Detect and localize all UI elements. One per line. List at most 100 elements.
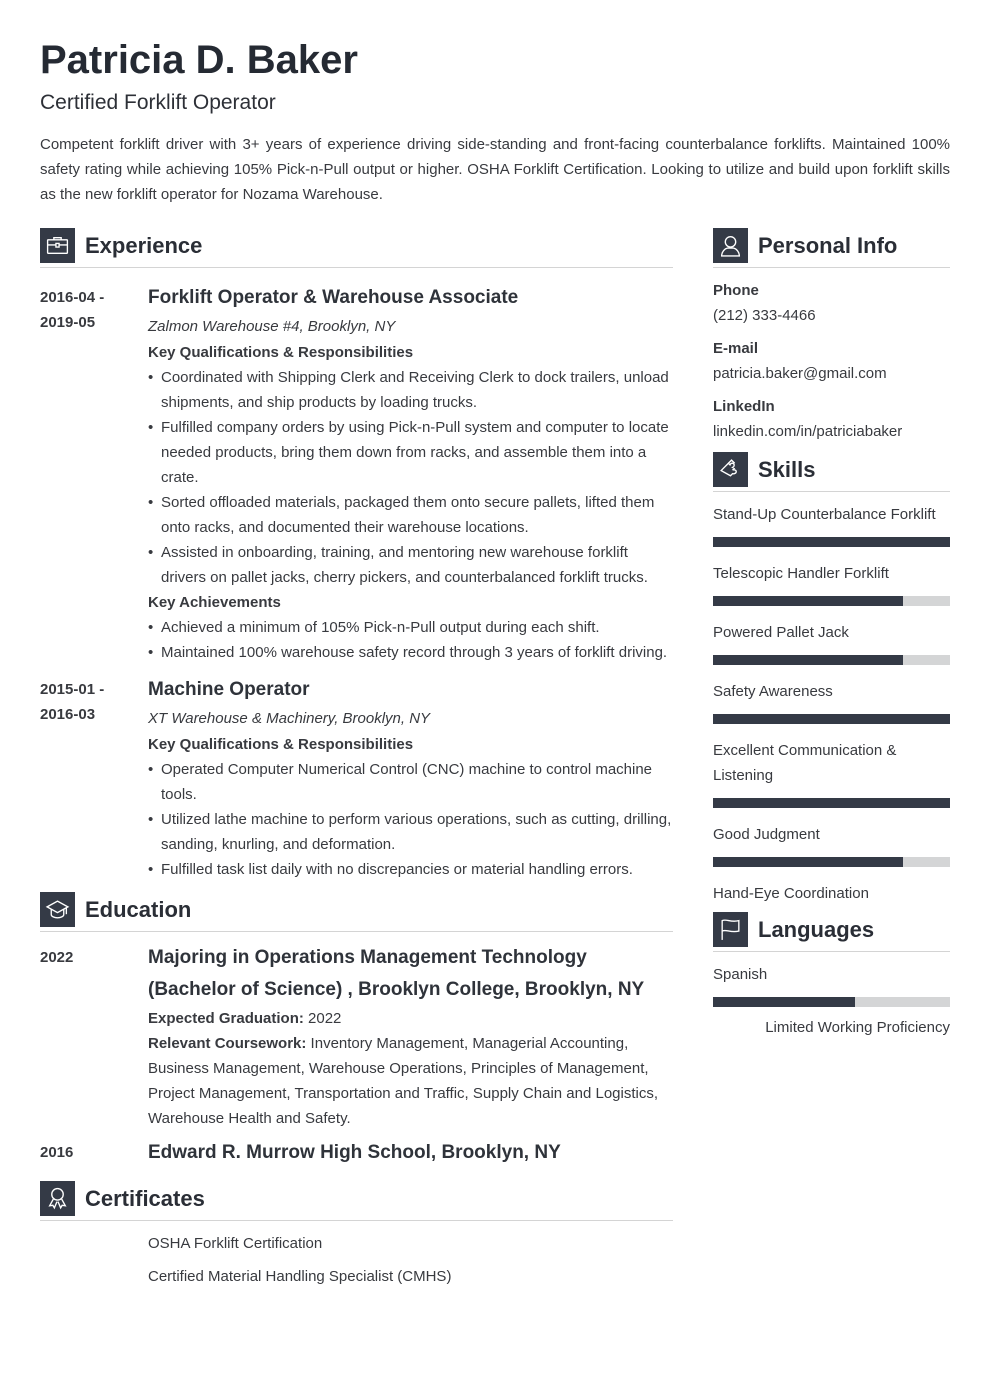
list-item: Coordinated with Shipping Clerk and Rece… — [148, 365, 673, 415]
job-company: Zalmon Warehouse #4, Brooklyn, NY — [148, 318, 396, 335]
list-item: Fulfilled company orders by using Pick-n… — [148, 415, 673, 490]
skill-level-fill — [713, 714, 950, 724]
personal-info-section-header: Personal Info — [713, 228, 950, 268]
email-value[interactable]: patricia.baker@gmail.com — [713, 361, 950, 386]
personal-info-list: Phone (212) 333-4466 E-mail patricia.bak… — [713, 278, 950, 444]
job-date-start: 2015-01 - — [40, 681, 105, 698]
skill-name: Powered Pallet Jack — [713, 624, 849, 641]
phone-value: (212) 333-4466 — [713, 307, 816, 324]
coursework-label: Relevant Coursework: — [148, 1035, 307, 1052]
job-title: Forklift Operator & Warehouse Associate — [148, 287, 519, 308]
languages-heading: Languages — [758, 917, 875, 942]
job-date: 2016-04 - 2019-05 — [40, 285, 140, 335]
list-item: Achieved a minimum of 105% Pick-n-Pull o… — [148, 615, 673, 640]
languages-section-header: Languages — [713, 912, 950, 952]
left-column: Experience 2016-04 - 2019-05 Forklift Op… — [40, 228, 673, 1289]
skill-item: Safety Awareness — [713, 679, 950, 724]
summary: Competent forklift driver with 3+ years … — [40, 136, 950, 203]
skill-level-bar — [713, 596, 950, 606]
list-item: Fulfilled task list daily with no discre… — [148, 857, 673, 882]
qualifications-heading: Key Qualifications & Responsibilities — [148, 736, 414, 753]
language-name: Spanish — [713, 966, 768, 983]
flag-icon — [713, 912, 748, 947]
user-icon — [713, 228, 748, 263]
briefcase-icon — [40, 228, 75, 263]
expected-graduation-label: Expected Graduation: — [148, 1010, 304, 1027]
skill-level-fill — [713, 655, 903, 665]
education-entry: 2016 Edward R. Murrow High School, Brook… — [40, 1137, 673, 1169]
job-date-end: 2019-05 — [40, 314, 96, 331]
certificate-item: OSHA Forklift Certification — [148, 1235, 323, 1252]
list-item: Utilized lathe machine to perform variou… — [148, 807, 673, 857]
skill-level-bar — [713, 714, 950, 724]
skills-list: Stand-Up Counterbalance Forklift Telescop… — [713, 502, 950, 906]
skill-level-fill — [713, 798, 950, 808]
job-entry: 2016-04 - 2019-05 Forklift Operator & Wa… — [40, 283, 673, 665]
job-company: XT Warehouse & Machinery, Brooklyn, NY — [148, 710, 431, 727]
experience-heading: Experience — [85, 233, 203, 258]
job-entry: 2015-01 - 2016-03 Machine Operator XT Wa… — [40, 675, 673, 882]
skill-name: Hand-Eye Coordination — [713, 885, 869, 902]
education-entry: 2022 Majoring in Operations Management T… — [40, 942, 673, 1131]
list-item: Assisted in onboarding, training, and me… — [148, 540, 673, 590]
expected-graduation: Expected Graduation: 2022 — [148, 1006, 673, 1031]
skill-level-bar — [713, 655, 950, 665]
qualifications-heading: Key Qualifications & Responsibilities — [148, 344, 414, 361]
candidate-title: Certified Forklift Operator — [40, 91, 276, 114]
language-level-bar — [713, 997, 950, 1007]
skill-level-bar — [713, 537, 950, 547]
list-item: Sorted offloaded materials, packaged the… — [148, 490, 673, 540]
skill-name: Safety Awareness — [713, 683, 833, 700]
skill-level-fill — [713, 596, 903, 606]
email-label: E-mail — [713, 340, 759, 357]
puzzle-piece-icon — [713, 452, 748, 487]
job-title: Machine Operator — [148, 679, 310, 700]
expected-graduation-value: 2022 — [303, 1010, 342, 1027]
skill-level-fill — [713, 537, 950, 547]
skill-name: Good Judgment — [713, 826, 820, 843]
language-level-fill — [713, 997, 856, 1007]
skills-heading: Skills — [758, 457, 816, 482]
skill-item: Telescopic Handler Forklift — [713, 561, 950, 606]
skills-section-header: Skills — [713, 452, 950, 492]
personal-info-heading: Personal Info — [758, 233, 898, 258]
education-title: Majoring in Operations Management Techno… — [148, 947, 645, 1000]
skill-item: Stand-Up Counterbalance Forklift — [713, 502, 950, 547]
award-ribbon-icon — [40, 1181, 75, 1216]
job-date-start: 2016-04 - — [40, 289, 105, 306]
certificates-heading: Certificates — [85, 1186, 205, 1211]
skill-name: Stand-Up Counterbalance Forklift — [713, 506, 936, 523]
education-title: Edward R. Murrow High School, Brooklyn, … — [148, 1142, 561, 1163]
skill-level-bar — [713, 857, 950, 867]
skill-name: Excellent Communication & Listening — [713, 742, 897, 784]
languages-list: Spanish Limited Working Proficiency — [713, 962, 950, 1040]
linkedin-label: LinkedIn — [713, 398, 775, 415]
achievements-heading: Key Achievements — [148, 594, 281, 611]
certificate-item: Certified Material Handling Specialist (… — [148, 1268, 452, 1285]
skill-level-bar — [713, 798, 950, 808]
responsibilities-list: Operated Computer Numerical Control (CNC… — [148, 757, 673, 882]
certificates-section-header: Certificates — [40, 1181, 673, 1221]
skill-item: Powered Pallet Jack — [713, 620, 950, 665]
right-column: Personal Info Phone (212) 333-4466 E-mai… — [713, 228, 950, 1040]
skill-name: Telescopic Handler Forklift — [713, 565, 889, 582]
education-section-header: Education — [40, 892, 673, 932]
education-heading: Education — [85, 897, 192, 922]
certificates-list: OSHA Forklift Certification Certified Ma… — [40, 1231, 673, 1289]
job-date-end: 2016-03 — [40, 706, 96, 723]
language-level-label: Limited Working Proficiency — [765, 1019, 950, 1036]
language-item: Spanish Limited Working Proficiency — [713, 962, 950, 1040]
list-item: Operated Computer Numerical Control (CNC… — [148, 757, 673, 807]
achievements-list: Achieved a minimum of 105% Pick-n-Pull o… — [148, 615, 673, 665]
skill-item: Hand-Eye Coordination — [713, 881, 950, 906]
list-item: Maintained 100% warehouse safety record … — [148, 640, 673, 665]
skill-item: Good Judgment — [713, 822, 950, 867]
job-date: 2015-01 - 2016-03 — [40, 677, 140, 727]
linkedin-value[interactable]: linkedin.com/in/patriciabaker — [713, 419, 950, 444]
education-date: 2022 — [40, 949, 74, 966]
responsibilities-list: Coordinated with Shipping Clerk and Rece… — [148, 365, 673, 590]
phone-label: Phone — [713, 282, 759, 299]
skill-level-fill — [713, 857, 903, 867]
coursework: Relevant Coursework: Inventory Managemen… — [148, 1031, 673, 1131]
education-date: 2016 — [40, 1144, 74, 1161]
